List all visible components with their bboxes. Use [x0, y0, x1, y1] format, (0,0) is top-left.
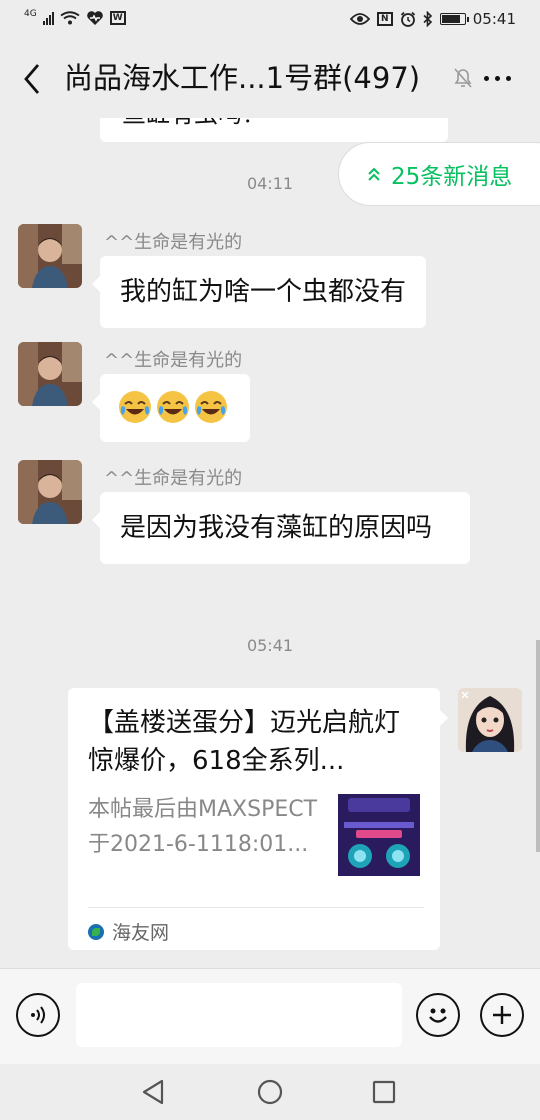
scrollbar[interactable]	[536, 640, 540, 852]
more-options-icon[interactable]	[484, 76, 511, 81]
signal-icon	[42, 11, 54, 25]
partial-message-bubble: 鱼缸有虫吗？	[100, 118, 448, 142]
wifi-icon	[60, 11, 80, 25]
back-arrow-icon[interactable]	[22, 62, 42, 96]
title-bar: 尚品海水工作...1号群(497)	[0, 40, 540, 118]
mute-bell-icon	[454, 68, 472, 88]
face-with-tears-of-joy-icon	[157, 390, 189, 423]
nav-back-icon[interactable]	[138, 1076, 170, 1108]
more-functions-button[interactable]	[480, 993, 524, 1037]
chat-area[interactable]: 鱼缸有虫吗？ 25条新消息 04:11 ^^生命是有光的 我的缸为啥一个虫都没有…	[0, 118, 540, 968]
plus-icon	[493, 1006, 511, 1024]
avatar[interactable]	[18, 460, 82, 524]
wps-icon: W	[109, 11, 126, 25]
link-card-thumbnail	[338, 794, 420, 876]
bluetooth-icon	[423, 11, 432, 27]
status-bar: 4G W N 05:41	[0, 0, 540, 40]
chat-title: 尚品海水工作...1号群(497)	[64, 61, 421, 95]
message-bubble[interactable]: 是因为我没有藻缸的原因吗	[92, 492, 470, 564]
link-card-source: 海友网	[88, 918, 169, 945]
message-input[interactable]	[76, 983, 402, 1047]
source-logo-icon	[88, 923, 104, 940]
face-with-tears-of-joy-icon	[119, 390, 151, 423]
face-with-tears-of-joy-icon	[195, 390, 227, 423]
input-bar	[0, 968, 540, 1064]
network-type: 4G	[24, 8, 37, 19]
sender-name: ^^生命是有光的	[104, 350, 243, 371]
nav-recents-icon[interactable]	[368, 1076, 400, 1108]
voice-icon	[31, 1006, 45, 1024]
eye-icon	[349, 13, 370, 25]
smiley-icon	[429, 1008, 447, 1023]
avatar[interactable]	[458, 688, 522, 752]
avatar[interactable]	[18, 342, 82, 406]
nav-home-icon[interactable]	[254, 1076, 286, 1108]
link-card-description: 本帖最后由MAXSPECT于2021-6-1118:01...	[88, 797, 318, 857]
alarm-icon	[400, 11, 415, 27]
link-card-title: 【盖楼送蛋分】迈光启航灯惊爆价，618全系列...	[88, 708, 401, 776]
emoji-message-bubble[interactable]	[92, 374, 250, 442]
divider	[88, 907, 424, 908]
navigation-bar	[0, 1064, 540, 1120]
link-card-source-label: 海友网	[112, 922, 170, 944]
sender-name: ^^生命是有光的	[104, 468, 243, 489]
avatar[interactable]	[18, 224, 82, 288]
sender-name: ^^生命是有光的	[104, 232, 243, 253]
battery-icon	[439, 13, 469, 25]
link-card[interactable]: 【盖楼送蛋分】迈光启航灯惊爆价，618全系列... 本帖最后由MAXSPECT于…	[68, 688, 448, 950]
emoji-button[interactable]	[416, 993, 460, 1037]
status-time: 05:41	[472, 10, 516, 28]
timestamp: 04:11	[246, 174, 294, 193]
message-bubble[interactable]: 我的缸为啥一个虫都没有	[91, 256, 427, 328]
heart-icon	[86, 11, 103, 25]
voice-button[interactable]	[16, 993, 60, 1037]
nfc-icon: N	[376, 12, 393, 26]
timestamp: 05:41	[246, 636, 294, 655]
